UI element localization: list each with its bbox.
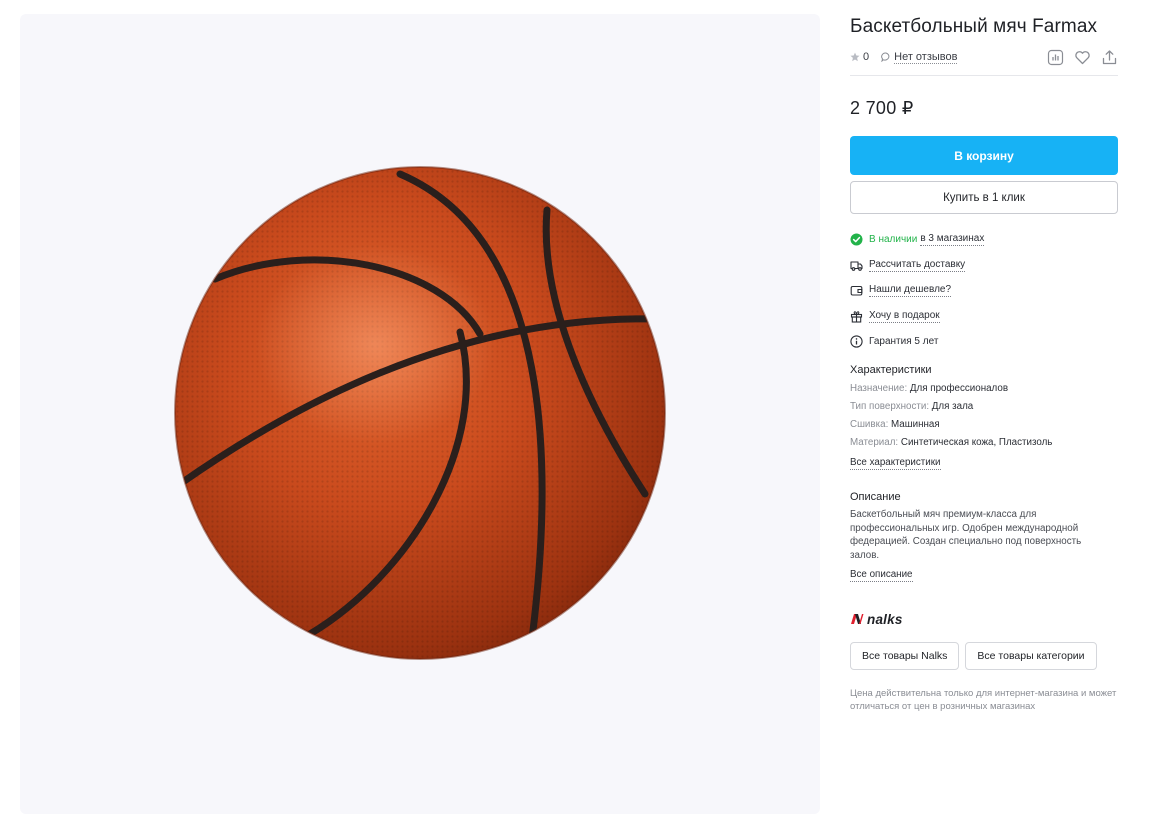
gift-link[interactable]: Хочу в подарок: [869, 310, 940, 323]
gift-row[interactable]: Хочу в подарок: [850, 308, 1118, 325]
all-specs-link[interactable]: Все характеристики: [850, 457, 941, 471]
spec-value: Синтетическая кожа, Пластизоль: [900, 437, 1053, 449]
warranty-row: Гарантия 5 лет: [850, 333, 1118, 350]
truck-icon: [850, 261, 863, 271]
availability-row: В наличии в 3 магазинах: [850, 231, 1118, 248]
info-list: В наличии в 3 магазинах Рассчитать доста…: [850, 231, 1118, 350]
stores-link[interactable]: в 3 магазинах: [920, 233, 985, 246]
specs-title: Характеристики: [850, 364, 932, 377]
product-info-panel: Баскетбольный мяч Farmax 0 Нет отзывов 2…: [850, 14, 1118, 713]
info-icon: [850, 335, 863, 349]
cheaper-row[interactable]: Нашли дешевле?: [850, 282, 1118, 299]
reviews-link[interactable]: Нет отзывов: [881, 50, 958, 64]
rating-value: 0: [863, 51, 870, 63]
product-image-gallery[interactable]: [20, 14, 820, 814]
product-meta-row: 0 Нет отзывов: [850, 46, 1118, 68]
all-category-products-button[interactable]: Все товары категории: [965, 642, 1097, 671]
spec-key: Назначение: [850, 383, 905, 395]
brand-logo: nalks: [867, 611, 903, 627]
product-price: 2 700 ₽: [850, 98, 914, 118]
specs-list: Назначение: Для профессионалов Тип повер…: [850, 380, 1118, 452]
comment-icon: [881, 52, 890, 62]
price-note: Цена действительна только для интернет-м…: [850, 688, 1117, 713]
spec-key: Тип поверхности: [850, 401, 927, 413]
spec-row: Тип поверхности: Для зала: [850, 401, 974, 413]
star-icon: [850, 52, 860, 62]
buy-one-click-button[interactable]: Купить в 1 клик: [850, 181, 1118, 214]
spec-row: Материал: Синтетическая кожа, Пластизоль: [850, 437, 1053, 449]
brand-row[interactable]: nalks: [850, 610, 1118, 628]
product-title: Баскетбольный мяч Farmax: [850, 16, 1098, 37]
heart-icon[interactable]: [1074, 49, 1091, 66]
gift-icon: [850, 311, 863, 323]
rating: 0: [850, 51, 869, 63]
check-circle-icon: [850, 233, 863, 246]
wallet-icon: [850, 286, 863, 296]
spec-row: Назначение: Для профессионалов: [850, 383, 1009, 395]
spec-key: Сшивка: [850, 419, 886, 431]
availability-status: В наличии: [869, 234, 918, 245]
chart-bars-icon[interactable]: [1047, 49, 1064, 66]
brand-logo-mark: [851, 614, 864, 625]
all-brand-products-button[interactable]: Все товары Nalks: [850, 642, 960, 671]
spec-value: Машинная: [891, 419, 940, 431]
cheaper-link[interactable]: Нашли дешевле?: [869, 284, 952, 298]
delivery-row[interactable]: Рассчитать доставку: [850, 257, 1118, 274]
spec-value: Для зала: [931, 401, 974, 413]
share-icon[interactable]: [1101, 49, 1118, 66]
delivery-link[interactable]: Рассчитать доставку: [869, 259, 966, 272]
spec-key: Материал: [850, 437, 896, 449]
brand-buttons: Все товары Nalks Все товары категории: [850, 642, 1118, 671]
description-text: Баскетбольный мяч премиум-класса для про…: [850, 509, 1082, 561]
divider: [850, 75, 1118, 76]
product-actions: [1047, 49, 1118, 66]
add-to-cart-button[interactable]: В корзину: [850, 136, 1118, 175]
spec-row: Сшивка: Машинная: [850, 419, 940, 431]
basketball-image: [174, 166, 666, 660]
description-title: Описание: [850, 491, 901, 504]
spec-value: Для профессионалов: [909, 383, 1009, 395]
reviews-label: Нет отзывов: [894, 50, 958, 64]
warranty-text: Гарантия 5 лет: [869, 336, 939, 348]
all-description-link[interactable]: Все описание: [850, 569, 913, 583]
